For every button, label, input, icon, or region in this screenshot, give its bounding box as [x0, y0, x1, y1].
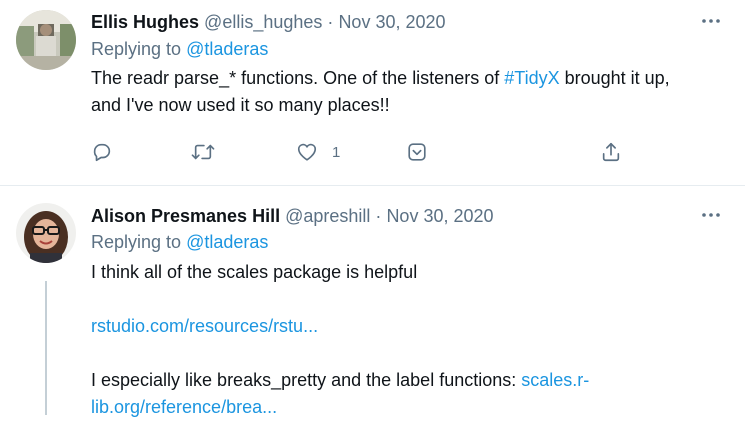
share-button[interactable] [600, 138, 622, 166]
text-line: and I've now used it so many places!! [91, 95, 390, 115]
tweet-text: The readr parse_* functions. One of the … [91, 65, 721, 119]
hashtag-link[interactable]: #TidyX [504, 68, 559, 88]
display-name[interactable]: Alison Presmanes Hill [91, 206, 280, 226]
reply-icon [93, 143, 111, 162]
action-bar: 1 [91, 138, 631, 168]
replying-prefix: Replying to [91, 232, 182, 252]
retweet-button[interactable] [191, 138, 215, 166]
scales-link[interactable]: scales.r- [521, 370, 589, 390]
tweet-alison-presmanes-hill[interactable]: Alison Presmanes Hill @apreshill · Nov 3… [0, 186, 745, 417]
scales-link-continued[interactable]: lib.org/reference/brea... [91, 397, 277, 417]
avatar[interactable] [16, 10, 76, 70]
separator: · [327, 12, 334, 32]
save-icon [408, 143, 426, 161]
like-button[interactable]: 1 [296, 138, 340, 166]
separator: · [375, 206, 382, 226]
display-name[interactable]: Ellis Hughes [91, 12, 199, 32]
avatar-image [16, 203, 76, 263]
reply-button[interactable] [91, 138, 113, 166]
retweet-icon [191, 144, 215, 160]
reply-mention-link[interactable]: @tladeras [186, 232, 268, 252]
text-segment: I especially like breaks_pretty and the … [91, 370, 522, 390]
save-button[interactable] [406, 138, 428, 166]
handle[interactable]: @ellis_hughes [204, 12, 322, 32]
tweet-text: I think all of the scales package is hel… [91, 259, 721, 421]
text-segment: brought it up, [559, 68, 670, 88]
timestamp[interactable]: Nov 30, 2020 [338, 12, 445, 32]
rstudio-link[interactable]: rstudio.com/resources/rstu... [91, 316, 318, 336]
replying-prefix: Replying to [91, 39, 182, 59]
tweet-header: Ellis Hughes @ellis_hughes · Nov 30, 202… [91, 12, 446, 33]
tweet-ellis-hughes[interactable]: Ellis Hughes @ellis_hughes · Nov 30, 202… [0, 0, 745, 186]
text-line: I think all of the scales package is hel… [91, 262, 418, 282]
like-count: 1 [332, 143, 341, 161]
more-icon[interactable] [699, 9, 723, 33]
replying-to: Replying to @tladeras [91, 39, 268, 60]
thread-line [45, 281, 47, 415]
share-icon [602, 142, 620, 162]
more-icon[interactable] [699, 203, 723, 227]
avatar-image [16, 10, 76, 70]
timestamp[interactable]: Nov 30, 2020 [386, 206, 493, 226]
text-segment: The readr parse_* functions. One of the … [91, 68, 505, 88]
handle[interactable]: @apreshill [285, 206, 370, 226]
reply-mention-link[interactable]: @tladeras [186, 39, 268, 59]
like-icon [297, 143, 317, 161]
replying-to: Replying to @tladeras [91, 232, 268, 253]
tweet-header: Alison Presmanes Hill @apreshill · Nov 3… [91, 206, 494, 227]
avatar[interactable] [16, 203, 76, 263]
